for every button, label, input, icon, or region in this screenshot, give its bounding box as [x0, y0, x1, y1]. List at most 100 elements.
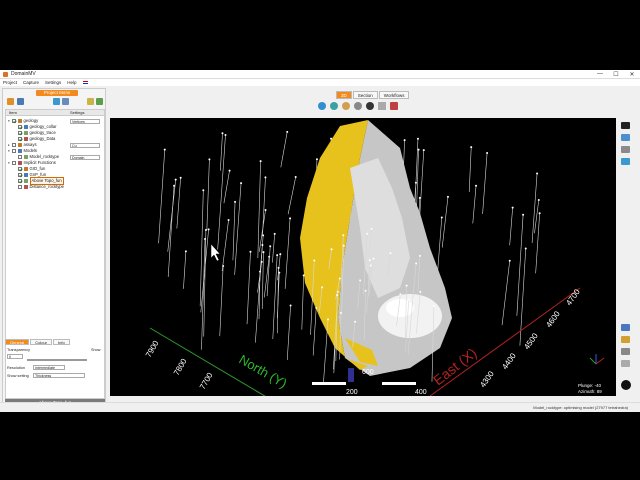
visibility-checkbox[interactable] — [18, 125, 22, 129]
layers-icon[interactable] — [354, 102, 362, 110]
visibility-checkbox[interactable] — [18, 173, 22, 177]
tree-setting-select[interactable]: Domain — [70, 154, 100, 160]
3d-scene[interactable]: 7900 7800 7700 North (Y) East (X) 4700 4… — [110, 118, 616, 396]
drillhole-collar — [294, 176, 297, 179]
view-top-icon[interactable] — [621, 122, 630, 129]
drillhole-trace — [535, 213, 540, 274]
scale-bar-left — [312, 382, 346, 385]
export-icon[interactable] — [62, 98, 69, 105]
eye-icon[interactable] — [366, 102, 374, 110]
light-icon[interactable] — [342, 102, 350, 110]
drillhole-collar — [416, 137, 419, 140]
drillhole-collar — [184, 250, 187, 253]
tab-general[interactable]: General — [5, 339, 30, 345]
drillhole-trace — [220, 133, 223, 171]
drillhole-collar — [432, 304, 435, 307]
drillhole-collar — [446, 195, 449, 198]
drillhole-collar — [359, 279, 362, 282]
menu-capture[interactable]: Capture — [23, 80, 39, 85]
drillhole-collar — [289, 304, 292, 307]
visibility-checkbox[interactable] — [18, 137, 22, 141]
drillhole-trace — [284, 218, 291, 289]
view-front-icon[interactable] — [621, 146, 630, 153]
north-axis-label: North (Y) — [237, 352, 290, 391]
play-icon[interactable] — [621, 380, 631, 390]
transparency-input[interactable]: 0 — [7, 354, 23, 359]
tree-setting-select[interactable]: Cu — [70, 142, 100, 148]
maximize-button[interactable]: ☐ — [608, 71, 624, 78]
visibility-checkbox[interactable] — [18, 131, 22, 135]
tree-setting-select[interactable]: Vertices — [70, 118, 100, 124]
close-button[interactable]: ✕ — [624, 71, 640, 78]
resolution-select[interactable]: Intermediate — [33, 365, 65, 370]
drillhole-collar — [366, 232, 369, 235]
show-checkbox-label[interactable]: Show — [91, 348, 101, 352]
bottom-tick-600: 600 — [362, 369, 374, 376]
drillhole-collar — [262, 251, 265, 254]
edit-icon[interactable] — [87, 98, 94, 105]
drillhole-collar — [440, 216, 443, 219]
item-type-icon — [23, 137, 28, 141]
plunge-readout: Plunge: -40 — [578, 383, 602, 388]
item-type-icon — [17, 143, 22, 147]
visibility-checkbox[interactable] — [18, 185, 22, 189]
drillhole-collar — [486, 151, 489, 154]
tab-info[interactable]: Info — [53, 339, 70, 345]
add-item-icon[interactable] — [96, 98, 103, 105]
drillhole-collar — [336, 294, 339, 297]
drillhole-collar — [537, 199, 540, 202]
globe-icon[interactable] — [318, 102, 326, 110]
tab-3d[interactable]: 3D — [336, 91, 352, 99]
visibility-checkbox[interactable] — [12, 119, 16, 123]
language-flag-icon[interactable] — [82, 81, 88, 84]
drillhole-collar — [470, 146, 473, 149]
open-folder-icon[interactable] — [7, 98, 14, 105]
dome-highlight — [386, 299, 414, 317]
comment-icon[interactable] — [621, 158, 630, 165]
drillhole-collar — [511, 206, 514, 209]
visibility-checkbox[interactable] — [12, 161, 16, 165]
bottom-tick-400: 400 — [415, 389, 427, 396]
transparency-slider[interactable] — [27, 359, 87, 361]
tab-section[interactable]: Section — [352, 91, 378, 99]
drillhole-collar — [354, 320, 357, 323]
view-side-icon[interactable] — [621, 134, 630, 141]
project-items-header[interactable]: Project Items — [36, 90, 78, 96]
item-type-icon — [17, 119, 22, 123]
screenshot-icon[interactable] — [621, 324, 630, 331]
3d-viewport[interactable]: 7900 7800 7700 North (Y) East (X) 4700 4… — [110, 118, 616, 396]
tab-colour[interactable]: Colour — [30, 339, 53, 345]
minimize-button[interactable]: — — [592, 71, 608, 78]
import-icon[interactable] — [53, 98, 60, 105]
tree-row[interactable]: Distance_rocktype — [14, 184, 64, 190]
show-setting-select[interactable]: Thickness — [33, 373, 85, 378]
column-item[interactable]: Item — [6, 110, 70, 115]
visibility-checkbox[interactable] — [18, 167, 22, 171]
drillhole-trace — [234, 183, 242, 275]
view-toolbar — [318, 102, 402, 110]
drillhole-collar — [273, 232, 276, 235]
surface-icon[interactable] — [330, 102, 338, 110]
pencil-icon[interactable] — [621, 336, 630, 343]
zoom-icon[interactable] — [621, 360, 630, 367]
drillhole-collar — [240, 182, 243, 185]
column-settings[interactable]: Settings — [70, 110, 84, 115]
menu-project[interactable]: Project — [3, 80, 17, 85]
menu-settings[interactable]: Settings — [45, 80, 61, 85]
drillhole-trace — [287, 176, 296, 215]
grid-icon[interactable] — [378, 102, 386, 110]
visibility-checkbox[interactable] — [12, 149, 16, 153]
tree-header: Item Settings — [6, 110, 104, 116]
visibility-checkbox[interactable] — [12, 143, 16, 147]
pan-hand-icon[interactable] — [621, 348, 630, 355]
drillhole-trace — [280, 131, 288, 168]
measure-icon[interactable] — [390, 102, 398, 110]
drillhole-collar — [475, 184, 478, 187]
menu-help[interactable]: Help — [67, 80, 76, 85]
database-icon[interactable] — [17, 98, 24, 105]
tab-workflows[interactable]: Workflows — [378, 91, 410, 99]
visibility-checkbox[interactable] — [18, 179, 22, 183]
drillhole-collar — [538, 212, 541, 215]
visibility-checkbox[interactable] — [18, 155, 22, 159]
drillhole-collar — [417, 148, 420, 151]
